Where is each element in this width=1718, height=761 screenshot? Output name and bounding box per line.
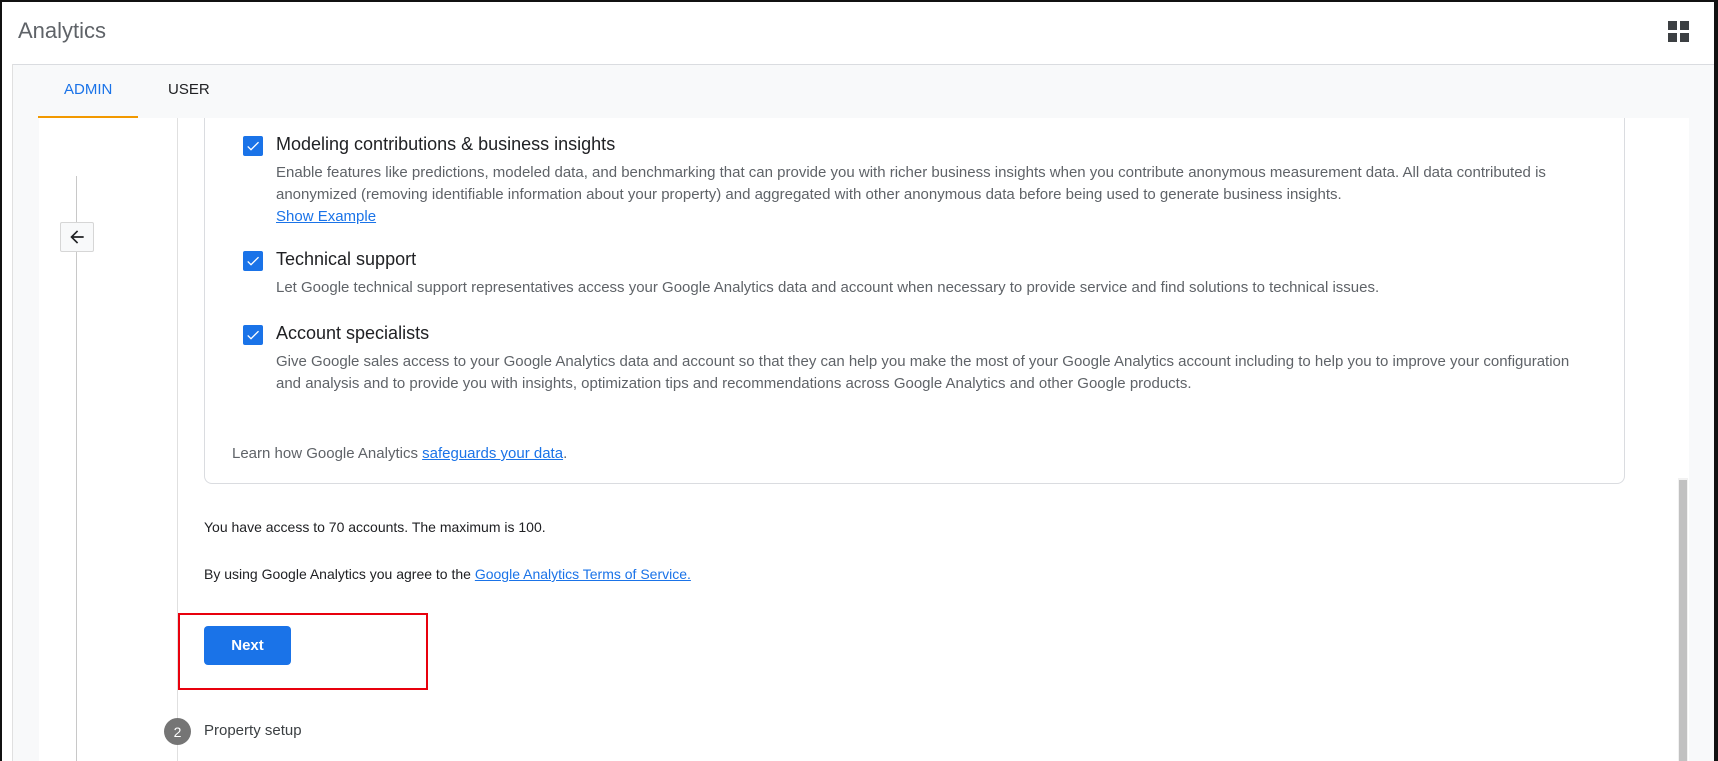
option-title: Account specialists bbox=[276, 323, 430, 343]
option-description: Enable features like predictions, modele… bbox=[276, 162, 1576, 228]
back-button[interactable] bbox=[60, 222, 94, 252]
check-icon bbox=[247, 330, 259, 340]
step-label[interactable]: Property setup bbox=[204, 722, 302, 739]
show-example-link[interactable]: Show Example bbox=[276, 208, 376, 225]
terms-text: By using Google Analytics you agree to t… bbox=[204, 566, 691, 582]
top-app-bar: Analytics bbox=[2, 2, 1714, 65]
apps-grid-icon[interactable] bbox=[1668, 21, 1690, 43]
tab-user[interactable]: USER bbox=[142, 64, 236, 116]
stepper-line bbox=[76, 176, 77, 761]
arrow-left-icon bbox=[70, 230, 84, 244]
option-title: Modeling contributions & business insigh… bbox=[276, 134, 616, 154]
step-number-badge: 2 bbox=[164, 718, 191, 745]
tab-admin[interactable]: ADMIN bbox=[38, 64, 139, 118]
check-icon bbox=[247, 141, 259, 151]
safeguards-link[interactable]: safeguards your data bbox=[422, 445, 563, 462]
checkbox-account-specialists[interactable] bbox=[243, 325, 263, 345]
left-navigation-edge bbox=[2, 64, 13, 761]
safeguards-note: Learn how Google Analytics safeguards yo… bbox=[232, 445, 567, 462]
check-icon bbox=[247, 256, 259, 266]
checkbox-technical-support[interactable] bbox=[243, 251, 263, 271]
safeguards-suffix: . bbox=[563, 445, 568, 462]
option-description-text: Enable features like predictions, modele… bbox=[276, 164, 1546, 203]
terms-link[interactable]: Google Analytics Terms of Service. bbox=[475, 566, 691, 582]
account-limit-text: You have access to 70 accounts. The maxi… bbox=[204, 519, 546, 535]
option-description: Give Google sales access to your Google … bbox=[276, 353, 1570, 392]
terms-prefix: By using Google Analytics you agree to t… bbox=[204, 566, 475, 582]
data-sharing-settings: Modeling contributions & business insigh… bbox=[204, 118, 1625, 484]
next-button[interactable]: Next bbox=[204, 626, 291, 665]
app-title: Analytics bbox=[18, 18, 107, 43]
checkbox-modeling-contributions[interactable] bbox=[243, 136, 263, 156]
option-title: Technical support bbox=[276, 249, 417, 269]
scrollbar-thumb[interactable] bbox=[1679, 480, 1687, 761]
option-description: Let Google technical support representat… bbox=[276, 279, 1380, 296]
safeguards-prefix: Learn how Google Analytics bbox=[232, 445, 423, 462]
